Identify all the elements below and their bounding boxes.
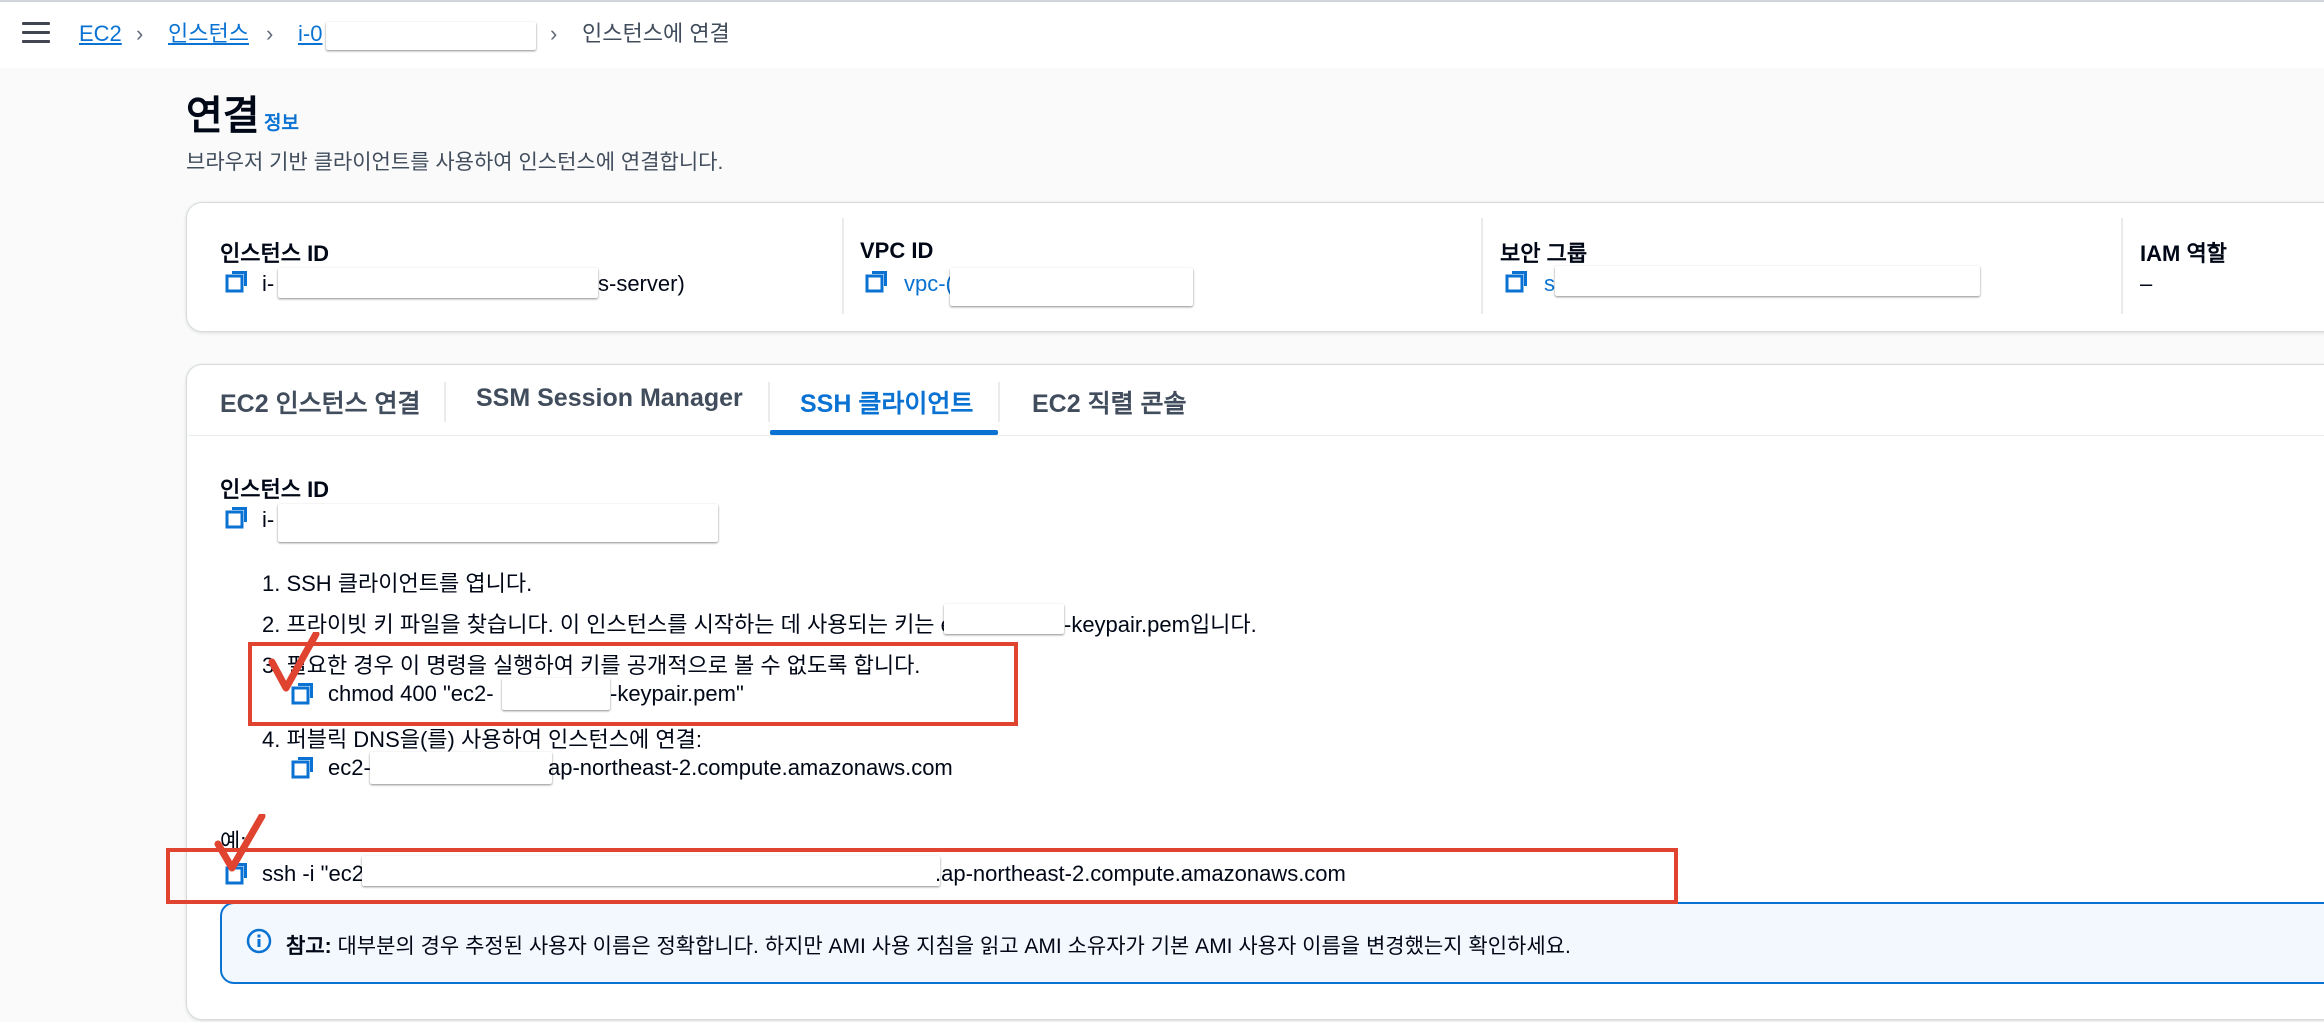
redaction-box [278,268,598,298]
step-4: 4. 퍼블릭 DNS을(를) 사용하여 인스턴스에 연결: [262,727,702,752]
redaction-box [278,504,718,542]
redaction-box [944,604,1064,634]
checkmark-icon [266,630,322,701]
step-1: 1. SSH 클라이언트를 엽니다. [262,571,533,596]
vpc-id-label: VPC ID [860,238,934,263]
breadcrumb-instance-id[interactable]: i-0 [298,20,322,48]
security-group-link[interactable]: s [1544,271,1555,297]
info-alert-text: 참고: 대부분의 경우 추정된 사용자 이름은 정확합니다. 하지만 AMI 사… [286,930,1571,960]
tab-ssh-client[interactable]: SSH 클라이언트 [800,384,973,420]
instance-id-label: 인스턴스 ID [220,241,330,266]
tab-ec2-instance-connect[interactable]: EC2 인스턴스 연결 [220,384,421,420]
info-alert-message: 대부분의 경우 추정된 사용자 이름은 정확합니다. 하지만 AMI 사용 지침… [337,935,1571,958]
annotation-box [248,642,1018,726]
menu-icon[interactable] [22,22,50,46]
ssh-instance-id-prefix: i- [262,507,275,532]
redaction-box [326,22,536,50]
copy-icon[interactable] [1504,268,1530,294]
public-dns: ec2- [328,755,371,780]
page-description: 브라우저 기반 클라이언트를 사용하여 인스턴스에 연결합니다. [186,151,724,174]
instance-id-suffix: s-server) [598,271,685,296]
instance-summary-card [186,202,2324,332]
chevron-right-icon: › [266,21,274,46]
tab-ssm-session-manager[interactable]: SSM Session Manager [476,384,743,413]
redaction-box [950,268,1193,306]
info-link[interactable]: 정보 [264,108,299,135]
redaction-box [1555,266,1980,296]
breadcrumb-instances[interactable]: 인스턴스 [168,20,249,48]
chevron-right-icon: › [550,21,558,46]
iam-role-label: IAM 역할 [2140,241,2227,266]
chevron-right-icon: › [136,21,144,46]
divider [444,382,446,422]
divider [1481,218,1483,314]
copy-icon[interactable] [224,504,250,530]
divider [998,382,1000,422]
ssh-instance-id-label: 인스턴스 ID [220,477,330,502]
public-dns-end: ap-northeast-2.compute.amazonaws.com [548,755,953,780]
page-title: 연결 [186,94,260,138]
copy-icon[interactable] [290,754,316,780]
breadcrumb-current: 인스턴스에 연결 [582,21,730,46]
tab-ec2-serial-console[interactable]: EC2 직렬 콘솔 [1032,384,1187,420]
divider [2121,218,2123,314]
copy-icon[interactable] [224,268,250,294]
info-alert-label: 참고: [286,935,332,958]
breadcrumb-ec2[interactable]: EC2 [79,20,122,48]
security-group-label: 보안 그룹 [1500,241,1588,266]
tab-divider [188,435,2324,436]
divider [768,382,770,422]
instance-id-prefix: i- [262,271,275,296]
vpc-id-link[interactable]: vpc-( [904,271,953,297]
redaction-box [370,752,552,784]
step-2-text-end: -keypair.pem입니다. [1064,612,1257,637]
copy-icon[interactable] [864,268,890,294]
iam-role-value: – [2140,271,2153,296]
info-icon [246,928,272,954]
step-2-text: 2. 프라이빗 키 파일을 찾습니다. 이 인스턴스를 시작하는 데 사용되는 … [262,612,977,637]
divider [842,218,844,314]
checkmark-icon [212,812,268,881]
annotation-box [166,848,1678,904]
